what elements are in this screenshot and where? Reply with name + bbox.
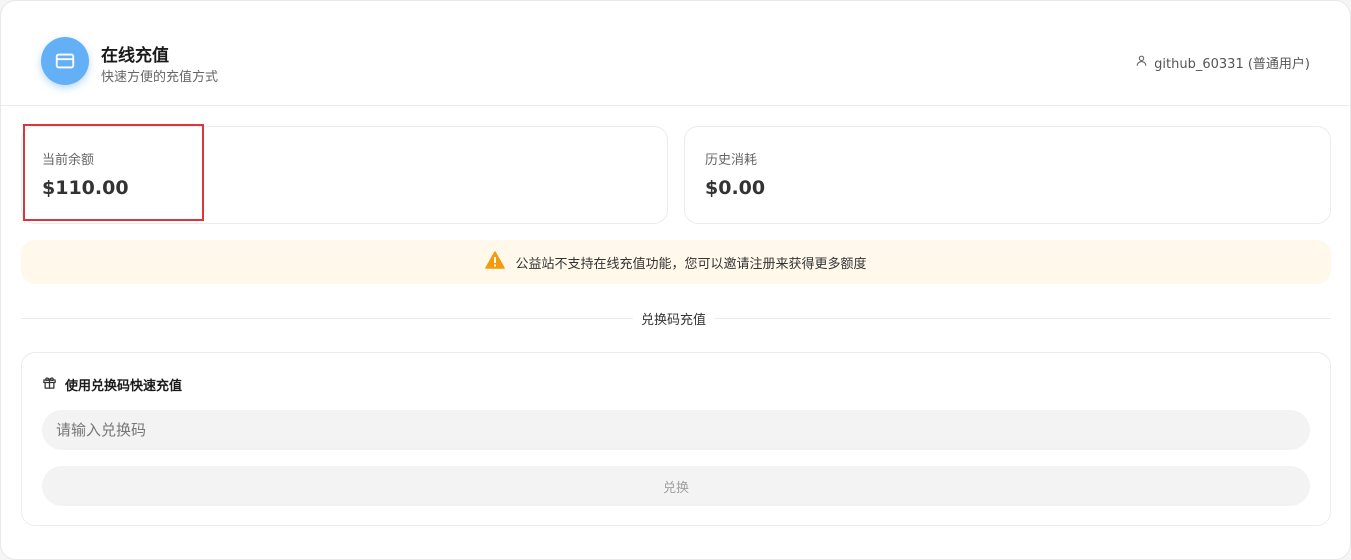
page-subtitle: 快速方便的充值方式 — [101, 70, 219, 85]
page-header: 在线充值 快速方便的充值方式 github_60331 (普通用户) — [1, 1, 1350, 106]
history-card: 历史消耗 $0.00 — [684, 126, 1331, 224]
redeem-card-title-text: 使用兑换码快速充值 — [65, 379, 183, 394]
warning-icon — [485, 251, 506, 273]
balance-label: 当前余额 — [42, 153, 95, 168]
redeem-button[interactable]: 兑换 — [42, 466, 1310, 506]
user-icon — [1135, 54, 1148, 71]
history-label: 历史消耗 — [705, 153, 758, 168]
redeem-code-input[interactable] — [42, 410, 1310, 450]
redeem-card-title: 使用兑换码快速充值 — [42, 375, 182, 394]
notice-banner: 公益站不支持在线充值功能，您可以邀请注册来获得更多额度 — [21, 240, 1331, 284]
user-info[interactable]: github_60331 (普通用户) — [1135, 53, 1310, 72]
redeem-card: 使用兑换码快速充值 兑换 — [21, 352, 1331, 526]
page-title: 在线充值 — [101, 46, 169, 66]
section-title: 兑换码充值 — [633, 309, 715, 328]
recharge-panel: 在线充值 快速方便的充值方式 github_60331 (普通用户) 当前余额 … — [0, 0, 1351, 560]
notice-text: 公益站不支持在线充值功能，您可以邀请注册来获得更多额度 — [515, 256, 867, 272]
history-value: $0.00 — [705, 177, 766, 199]
gift-icon — [42, 375, 57, 394]
user-name: github_60331 (普通用户) — [1154, 57, 1310, 72]
balance-card: 当前余额 $110.00 — [21, 126, 668, 224]
credit-card-icon — [41, 37, 89, 85]
balance-value: $110.00 — [42, 177, 129, 199]
